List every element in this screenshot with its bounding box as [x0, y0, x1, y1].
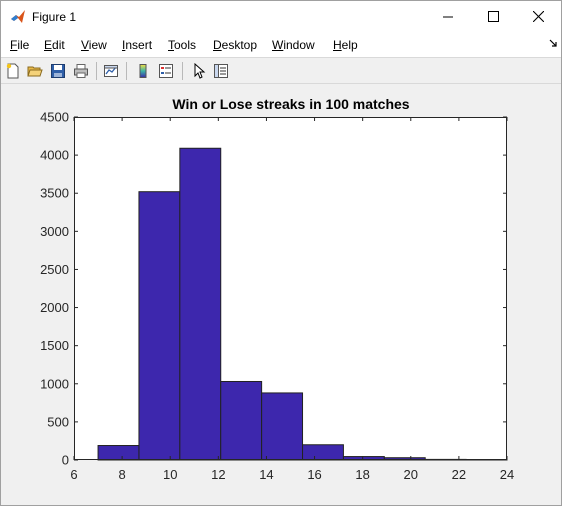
x-tick-label: 16	[307, 467, 321, 482]
y-tick-label: 1500	[40, 338, 69, 353]
histogram-bar	[97, 445, 140, 461]
y-tick-label: 3500	[40, 186, 69, 201]
x-tick-label: 8	[118, 467, 125, 482]
y-tick-label: 2000	[40, 300, 69, 315]
y-tick-label: 4000	[40, 148, 69, 163]
y-tick-label: 500	[47, 414, 69, 429]
x-tick-label: 24	[500, 467, 514, 482]
x-tick-label: 12	[211, 467, 225, 482]
histogram-bar	[302, 444, 344, 461]
histogram-bar	[220, 380, 263, 461]
y-tick-label: 2500	[40, 262, 69, 277]
x-tick-label: 22	[452, 467, 466, 482]
histogram-plot[interactable]: 6 8 10 12 14 16 18 20 22 24 0 500 1000 1500 2000 2500 30…	[0, 0, 562, 506]
histogram-bar	[179, 147, 222, 461]
x-tick-label: 10	[163, 467, 177, 482]
histogram-bar	[261, 392, 304, 461]
x-tick-label: 14	[259, 467, 273, 482]
y-tick-label: 3000	[40, 224, 69, 239]
y-tick-label: 0	[62, 453, 69, 468]
y-tick-label: 4500	[40, 110, 69, 125]
x-tick-label: 6	[70, 467, 77, 482]
y-tick-label: 1000	[40, 376, 69, 391]
histogram-bar	[138, 191, 181, 461]
x-tick-label: 18	[355, 467, 369, 482]
x-tick-label: 20	[404, 467, 418, 482]
